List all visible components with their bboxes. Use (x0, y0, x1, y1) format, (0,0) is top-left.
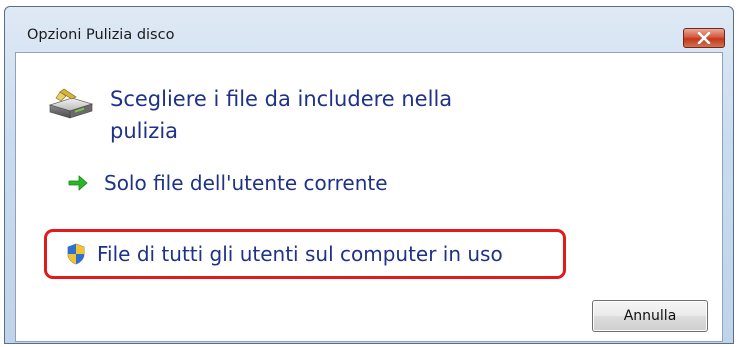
close-icon (697, 32, 711, 44)
option-all-users-files[interactable]: File di tutti gli utenti sul computer in… (44, 229, 566, 279)
window-title: Opzioni Pulizia disco (27, 27, 175, 43)
option-current-user-label: Solo file dell'utente corrente (104, 171, 388, 195)
dialog-window: Opzioni Pulizia disco Scegliere i file d… (4, 6, 734, 344)
close-button[interactable] (683, 28, 725, 48)
cancel-button[interactable]: Annulla (592, 300, 708, 332)
option-all-users-label: File di tutti gli utenti sul computer in… (97, 242, 503, 266)
prompt-heading: Scegliere i file da includere nella puli… (110, 87, 453, 143)
uac-shield-icon (67, 243, 85, 265)
green-arrow-icon (68, 175, 88, 191)
option-current-user-files[interactable]: Solo file dell'utente corrente (68, 171, 388, 195)
title-bar[interactable]: Opzioni Pulizia disco (5, 7, 733, 48)
dialog-content: Scegliere i file da includere nella puli… (15, 52, 723, 342)
disk-cleanup-icon (48, 88, 94, 119)
